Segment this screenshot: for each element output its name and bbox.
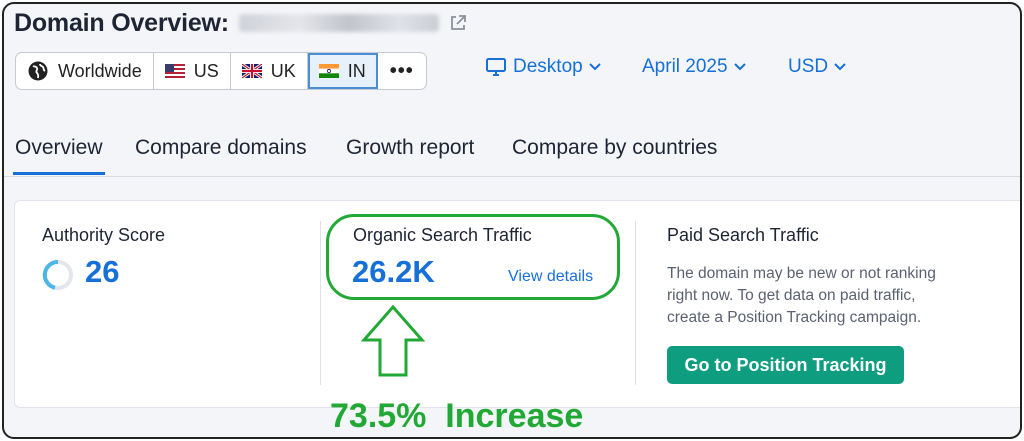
currency-dropdown[interactable]: USD <box>788 56 846 78</box>
external-link-icon[interactable] <box>449 14 467 32</box>
annotation-highlight-oval <box>326 214 620 300</box>
region-worldwide-button[interactable]: Worldwide <box>16 53 154 89</box>
region-label: US <box>193 60 219 81</box>
region-us-button[interactable]: US <box>154 53 231 89</box>
globe-icon <box>28 61 48 81</box>
region-selector: Worldwide US UK IN ••• <box>15 52 427 90</box>
tab-compare-by-countries[interactable]: Compare by countries <box>512 136 717 160</box>
chevron-down-icon <box>834 63 846 71</box>
title-row: Domain Overview: <box>14 6 467 40</box>
tab-growth-report[interactable]: Growth report <box>346 136 474 160</box>
app-frame: Domain Overview: Worldwide US UK IN ••• … <box>2 2 1022 439</box>
chevron-down-icon <box>588 63 601 71</box>
us-flag-icon <box>164 64 185 78</box>
region-uk-button[interactable]: UK <box>231 53 308 89</box>
region-label: UK <box>270 60 296 81</box>
page-title: Domain Overview: <box>14 8 229 37</box>
india-flag-icon <box>318 64 339 78</box>
region-label: Worldwide <box>58 60 142 81</box>
tab-bar: Overview Compare domains Growth report C… <box>4 130 1020 177</box>
region-in-button[interactable]: IN <box>307 53 378 89</box>
date-value: April 2025 <box>642 56 728 77</box>
annotation-up-arrow-icon <box>360 304 426 377</box>
more-regions-button[interactable]: ••• <box>378 53 426 89</box>
authority-score-label: Authority Score <box>42 225 166 245</box>
description-line: The domain may be new or not ranking <box>667 265 936 282</box>
paid-traffic-label: Paid Search Traffic <box>667 225 819 245</box>
go-to-position-tracking-button[interactable]: Go to Position Tracking <box>667 346 904 384</box>
description-line: create a Position Tracking campaign. <box>667 309 922 326</box>
description-line: right now. To get data on paid traffic, <box>667 287 916 304</box>
authority-gauge-icon <box>42 259 73 290</box>
date-dropdown[interactable]: April 2025 <box>642 56 746 78</box>
device-value: Desktop <box>513 56 583 77</box>
desktop-icon <box>486 58 506 76</box>
divider <box>635 221 636 385</box>
tab-overview[interactable]: Overview <box>13 136 105 175</box>
annotation-increase-text: 73.5% Increase <box>330 397 584 435</box>
currency-value: USD <box>788 56 829 77</box>
tab-compare-domains[interactable]: Compare domains <box>135 136 307 160</box>
paid-traffic-description: The domain may be new or not ranking rig… <box>667 263 987 329</box>
device-dropdown[interactable]: Desktop <box>486 56 601 78</box>
uk-flag-icon <box>241 64 262 78</box>
region-label: IN <box>347 60 366 81</box>
chevron-down-icon <box>733 63 746 71</box>
authority-score-value: 26 <box>85 254 120 289</box>
divider <box>320 221 321 385</box>
redacted-domain <box>238 14 439 32</box>
